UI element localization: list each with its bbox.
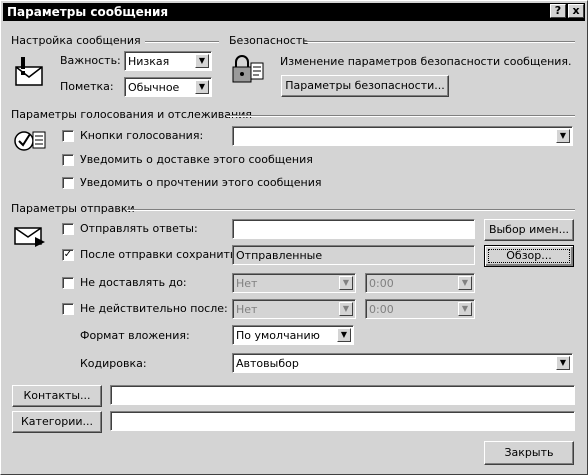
delivery-receipt-checkbox[interactable] — [62, 154, 74, 166]
voting-check-icon — [14, 131, 46, 151]
close-window-button[interactable]: x — [568, 4, 584, 18]
contacts-button[interactable]: Контакты... — [12, 385, 102, 407]
sensitivity-select[interactable]: Обычное ▼ — [124, 77, 212, 97]
chevron-down-icon[interactable]: ▼ — [458, 276, 472, 290]
sensitivity-value: Обычное — [128, 81, 180, 94]
select-names-button-label: Выбор имен... — [488, 223, 570, 236]
attachment-format-label: Формат вложения: — [80, 329, 190, 342]
do-not-deliver-date-value: Нет — [236, 277, 258, 290]
help-button[interactable]: ? — [550, 4, 566, 18]
chevron-down-icon[interactable]: ▼ — [195, 80, 209, 94]
do-not-deliver-before-label: Не доставлять до: — [80, 276, 187, 289]
save-sent-checkbox[interactable]: ✓ — [62, 249, 74, 261]
chevron-down-icon[interactable]: ▼ — [556, 356, 570, 370]
delivery-receipt-label: Уведомить о доставке этого сообщения — [80, 153, 313, 166]
attachment-format-select[interactable]: По умолчанию ▼ — [232, 325, 354, 345]
read-receipt-label: Уведомить о прочтении этого сообщения — [80, 176, 322, 189]
sensitivity-label: Пометка: — [60, 80, 114, 93]
read-receipt-checkbox[interactable] — [62, 177, 74, 189]
dialog-title: Параметры сообщения — [7, 5, 169, 19]
section-divider — [305, 41, 575, 43]
expires-time-value: 0:00 — [369, 303, 394, 316]
section-divider — [227, 115, 575, 117]
security-lock-icon — [232, 55, 264, 83]
voting-buttons-label: Кнопки голосования: — [80, 129, 204, 142]
importance-select[interactable]: Низкая ▼ — [124, 51, 212, 71]
browse-button[interactable]: Обзор... — [484, 245, 574, 267]
envelope-importance-icon — [15, 57, 43, 86]
delivery-options-heading: Параметры отправки — [11, 202, 135, 215]
voting-tracking-heading: Параметры голосования и отслеживания — [11, 108, 252, 121]
expires-time-select[interactable]: 0:00 ▼ — [365, 299, 475, 319]
security-settings-button[interactable]: Параметры безопасности... — [281, 75, 449, 97]
section-divider — [127, 209, 575, 211]
have-replies-sent-checkbox[interactable] — [62, 223, 74, 235]
have-replies-sent-label: Отправлять ответы: — [80, 222, 198, 235]
message-settings-heading: Настройка сообщения — [11, 34, 141, 47]
have-replies-sent-input[interactable] — [232, 219, 475, 239]
do-not-deliver-time-value: 0:00 — [369, 277, 394, 290]
focus-rectangle — [488, 249, 570, 263]
importance-label: Важность: — [60, 54, 121, 67]
contacts-button-label: Контакты... — [23, 389, 91, 402]
do-not-deliver-time-select[interactable]: 0:00 ▼ — [365, 273, 475, 293]
do-not-deliver-date-select[interactable]: Нет ▼ — [232, 273, 356, 293]
chevron-down-icon[interactable]: ▼ — [337, 328, 351, 342]
expires-date-select[interactable]: Нет ▼ — [232, 299, 356, 319]
expires-date-value: Нет — [236, 303, 258, 316]
voting-buttons-checkbox[interactable] — [62, 130, 74, 142]
voting-buttons-select[interactable]: ▼ — [232, 126, 573, 146]
chevron-down-icon[interactable]: ▼ — [458, 302, 472, 316]
security-heading: Безопасность — [229, 34, 309, 47]
save-sent-folder-input[interactable]: Отправленные — [232, 245, 475, 265]
checkmark-icon: ✓ — [63, 249, 73, 260]
save-sent-label: После отправки сохранить в: — [80, 248, 251, 261]
chevron-down-icon[interactable]: ▼ — [339, 302, 353, 316]
close-button[interactable]: Закрыть — [484, 441, 574, 465]
title-bar: Параметры сообщения ? x — [3, 3, 585, 21]
envelope-send-icon — [14, 227, 45, 247]
section-divider — [145, 41, 219, 43]
importance-value: Низкая — [128, 55, 170, 68]
encoding-select[interactable]: Автовыбор ▼ — [232, 353, 573, 373]
security-description: Изменение параметров безопасности сообще… — [280, 55, 572, 68]
close-button-label: Закрыть — [504, 446, 554, 459]
categories-input[interactable] — [110, 411, 575, 431]
security-settings-button-label: Параметры безопасности... — [285, 79, 445, 92]
chevron-down-icon[interactable]: ▼ — [556, 129, 570, 143]
chevron-down-icon[interactable]: ▼ — [195, 54, 209, 68]
contacts-input[interactable] — [110, 385, 575, 405]
expires-after-checkbox[interactable] — [62, 303, 74, 315]
do-not-deliver-before-checkbox[interactable] — [62, 277, 74, 289]
message-options-dialog: Параметры сообщения ? x Настройка сообще… — [0, 0, 588, 475]
select-names-button[interactable]: Выбор имен... — [484, 219, 574, 241]
expires-after-label: Не действительно после: — [80, 302, 228, 315]
categories-button-label: Категории... — [20, 415, 93, 428]
chevron-down-icon[interactable]: ▼ — [339, 276, 353, 290]
categories-button[interactable]: Категории... — [12, 411, 102, 433]
encoding-value: Автовыбор — [236, 357, 299, 370]
attachment-format-value: По умолчанию — [236, 329, 320, 342]
save-sent-folder-value: Отправленные — [236, 249, 323, 262]
encoding-label: Кодировка: — [80, 357, 147, 370]
